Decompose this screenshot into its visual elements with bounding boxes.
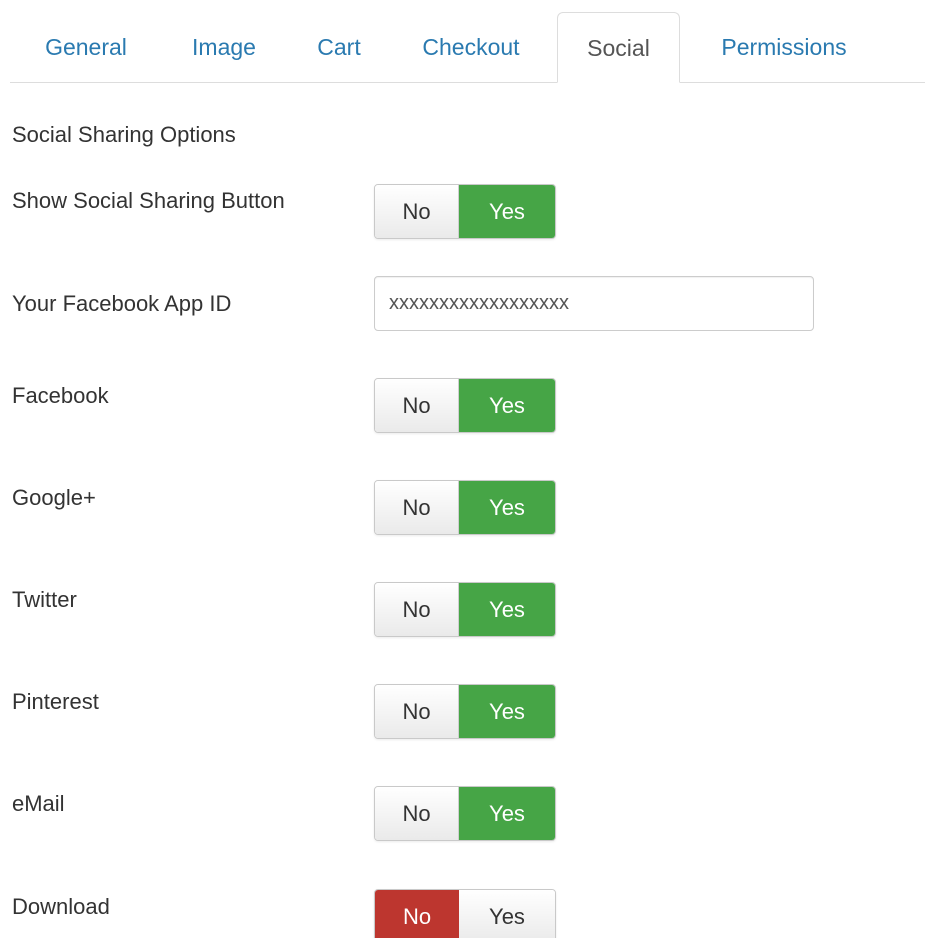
email-no-button[interactable]: No xyxy=(375,787,459,840)
twitter-no-button[interactable]: No xyxy=(375,583,459,636)
download-label: Download xyxy=(12,894,110,919)
tab-cart[interactable]: Cart xyxy=(304,12,374,82)
download-toggle: No Yes xyxy=(374,889,556,938)
show-social-sharing-no-button[interactable]: No xyxy=(375,185,459,238)
email-label: eMail xyxy=(12,791,65,816)
pinterest-yes-button[interactable]: Yes xyxy=(459,685,555,738)
social-settings-page: General Image Cart Checkout Social Permi… xyxy=(0,0,925,938)
tab-permissions[interactable]: Permissions xyxy=(700,12,868,82)
twitter-label: Twitter xyxy=(12,587,77,612)
pinterest-toggle: No Yes xyxy=(374,684,556,739)
show-social-sharing-yes-button[interactable]: Yes xyxy=(459,185,555,238)
tab-social[interactable]: Social xyxy=(557,12,680,83)
tab-image[interactable]: Image xyxy=(176,12,272,82)
pinterest-no-button[interactable]: No xyxy=(375,685,459,738)
google-plus-toggle: No Yes xyxy=(374,480,556,535)
show-social-sharing-toggle: No Yes xyxy=(374,184,556,239)
show-social-sharing-label: Show Social Sharing Button xyxy=(12,188,285,213)
google-plus-no-button[interactable]: No xyxy=(375,481,459,534)
tab-general[interactable]: General xyxy=(24,12,148,82)
tab-bar: General Image Cart Checkout Social Permi… xyxy=(10,12,925,83)
tab-checkout[interactable]: Checkout xyxy=(404,12,538,82)
section-title: Social Sharing Options xyxy=(12,122,236,147)
download-no-button[interactable]: No xyxy=(375,890,459,938)
google-plus-label: Google+ xyxy=(12,485,96,510)
email-yes-button[interactable]: Yes xyxy=(459,787,555,840)
email-toggle: No Yes xyxy=(374,786,556,841)
twitter-toggle: No Yes xyxy=(374,582,556,637)
download-yes-button[interactable]: Yes xyxy=(459,890,555,938)
facebook-app-id-input[interactable] xyxy=(374,276,814,331)
facebook-toggle: No Yes xyxy=(374,378,556,433)
facebook-app-id-label: Your Facebook App ID xyxy=(12,291,232,316)
pinterest-label: Pinterest xyxy=(12,689,99,714)
google-plus-yes-button[interactable]: Yes xyxy=(459,481,555,534)
facebook-label: Facebook xyxy=(12,383,109,408)
twitter-yes-button[interactable]: Yes xyxy=(459,583,555,636)
facebook-no-button[interactable]: No xyxy=(375,379,459,432)
facebook-yes-button[interactable]: Yes xyxy=(459,379,555,432)
